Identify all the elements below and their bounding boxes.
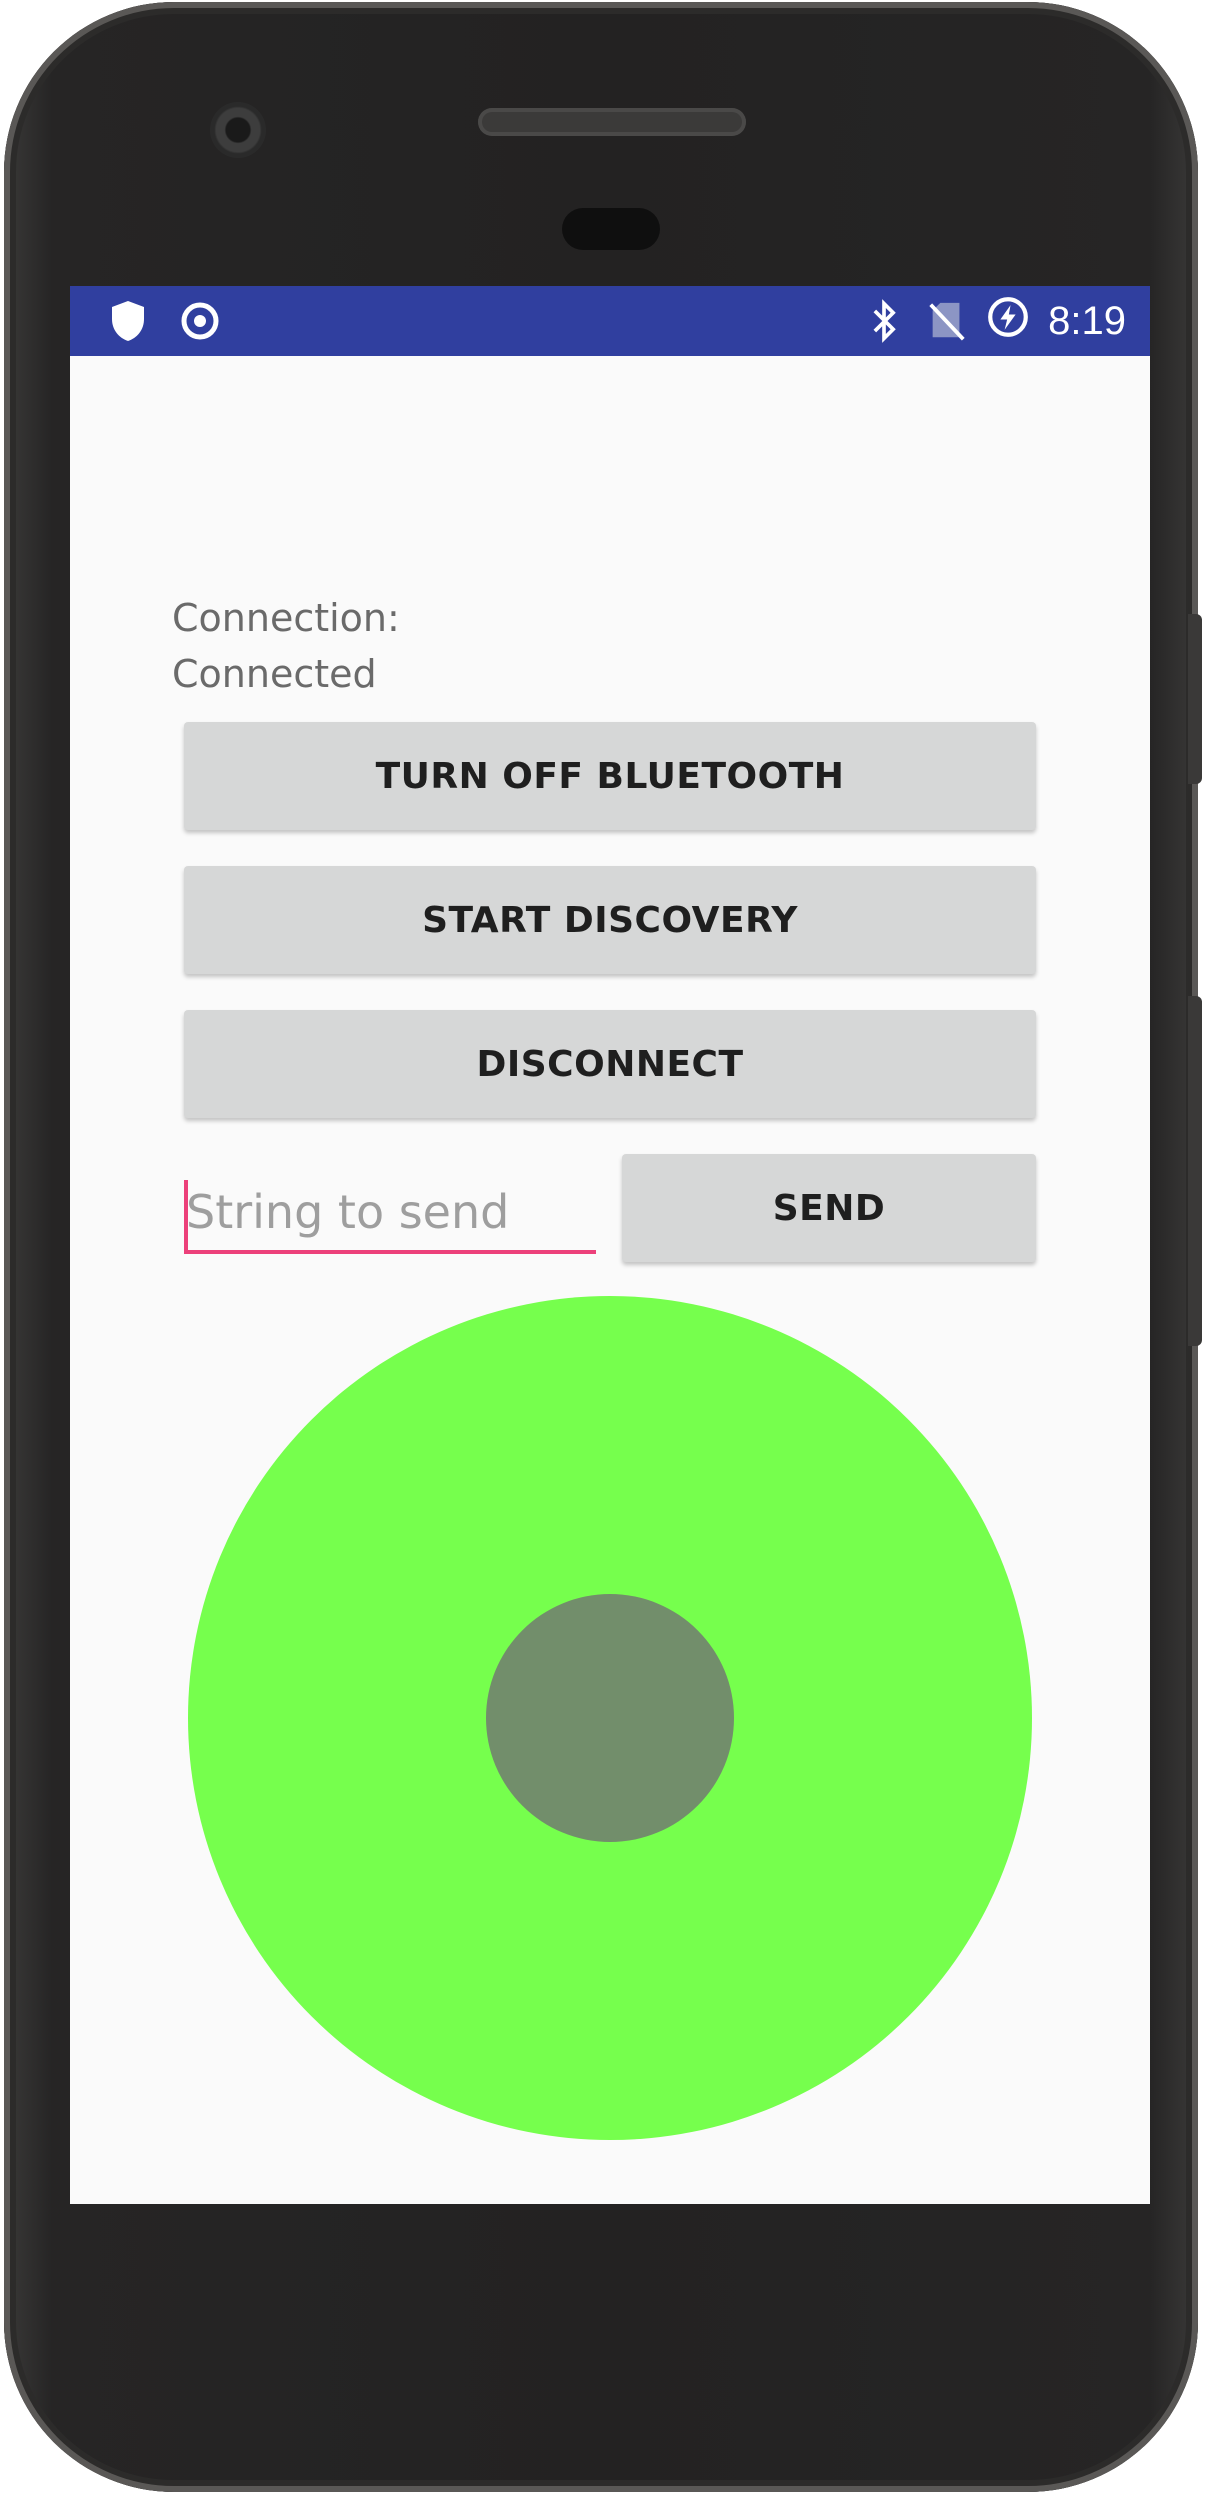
input-underline (184, 1250, 596, 1254)
front-camera (210, 102, 266, 158)
earpiece-speaker (478, 108, 746, 136)
battery-charging-icon (988, 297, 1028, 337)
status-clock: 8:19 (1048, 299, 1126, 343)
phone-frame: 8:19 Connection: Connected TURN OFF BLUE… (4, 2, 1202, 2492)
connection-status: Connected (172, 652, 377, 696)
device-screen: 8:19 Connection: Connected TURN OFF BLUE… (70, 286, 1150, 2204)
proximity-sensor (562, 208, 660, 250)
message-input-container (184, 1174, 598, 1254)
connection-label: Connection: (172, 596, 400, 640)
no-sim-icon (929, 302, 965, 341)
send-button[interactable]: SEND (622, 1154, 1036, 1262)
turn-off-bluetooth-button[interactable]: TURN OFF BLUETOOTH (184, 722, 1036, 830)
volume-button (1188, 996, 1202, 1346)
start-discovery-button[interactable]: START DISCOVERY (184, 866, 1036, 974)
text-caret (184, 1180, 188, 1250)
disconnect-button[interactable]: DISCONNECT (184, 1010, 1036, 1118)
message-input[interactable] (184, 1174, 598, 1250)
status-bar: 8:19 (70, 286, 1150, 356)
joystick-base[interactable] (188, 1296, 1032, 2140)
target-icon (181, 302, 219, 340)
shield-icon (112, 301, 144, 341)
joystick-knob[interactable] (486, 1594, 734, 1842)
power-button (1188, 614, 1202, 784)
bluetooth-icon (873, 299, 896, 343)
